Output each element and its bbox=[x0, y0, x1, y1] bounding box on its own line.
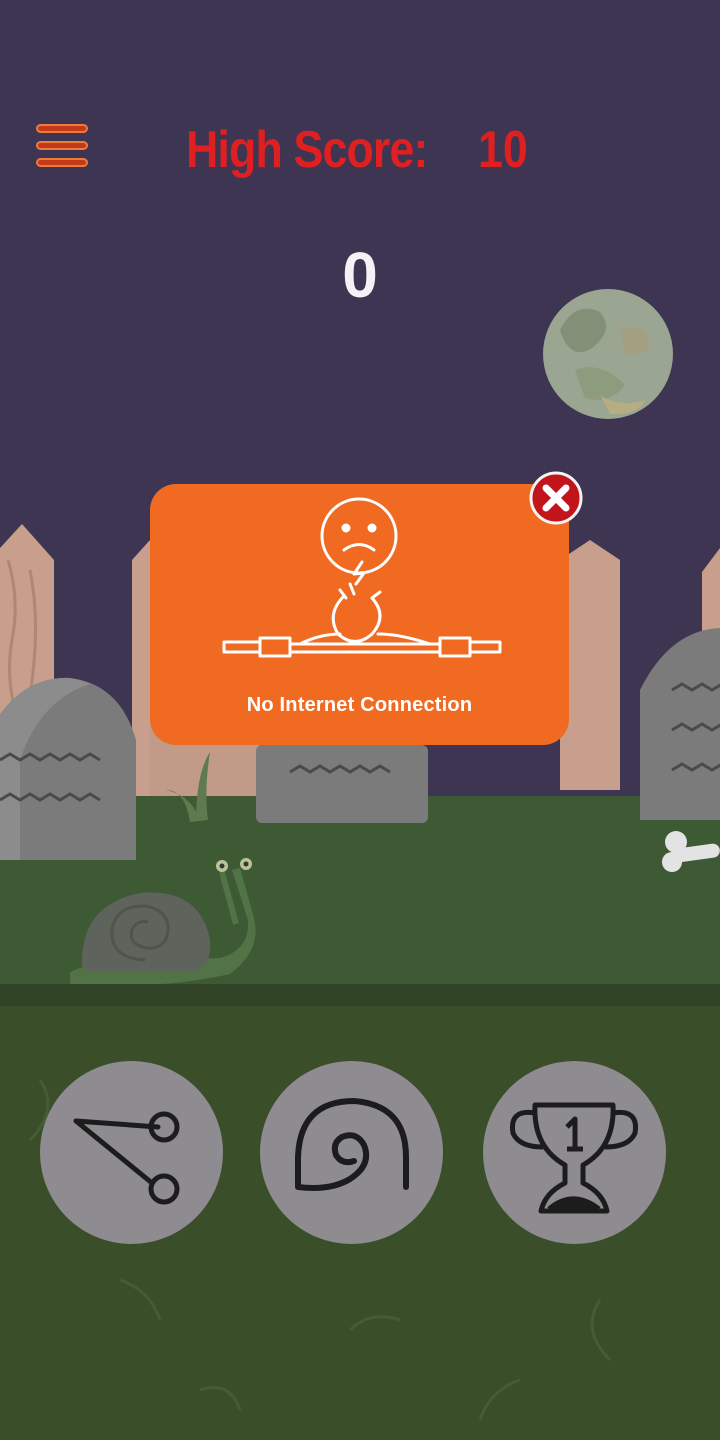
high-score-value: 10 bbox=[478, 121, 528, 179]
share-icon bbox=[73, 1111, 180, 1205]
share-button[interactable] bbox=[40, 1061, 223, 1244]
no-internet-icon bbox=[222, 497, 502, 658]
current-score: 0 bbox=[342, 239, 378, 311]
hamburger-menu-icon[interactable] bbox=[36, 124, 92, 180]
spiral-shell-icon bbox=[295, 1098, 409, 1191]
trophy-icon bbox=[509, 1102, 639, 1214]
no-internet-message: No Internet Connection bbox=[246, 694, 473, 716]
tombstone-left bbox=[0, 677, 136, 860]
high-score-label: High Score: bbox=[186, 121, 428, 179]
leaderboard-button[interactable] bbox=[483, 1061, 666, 1244]
close-icon[interactable] bbox=[529, 471, 583, 525]
tombstone-center bbox=[256, 745, 428, 823]
no-internet-dialog: No Internet Connection bbox=[150, 484, 569, 745]
snail-button[interactable] bbox=[260, 1061, 443, 1244]
